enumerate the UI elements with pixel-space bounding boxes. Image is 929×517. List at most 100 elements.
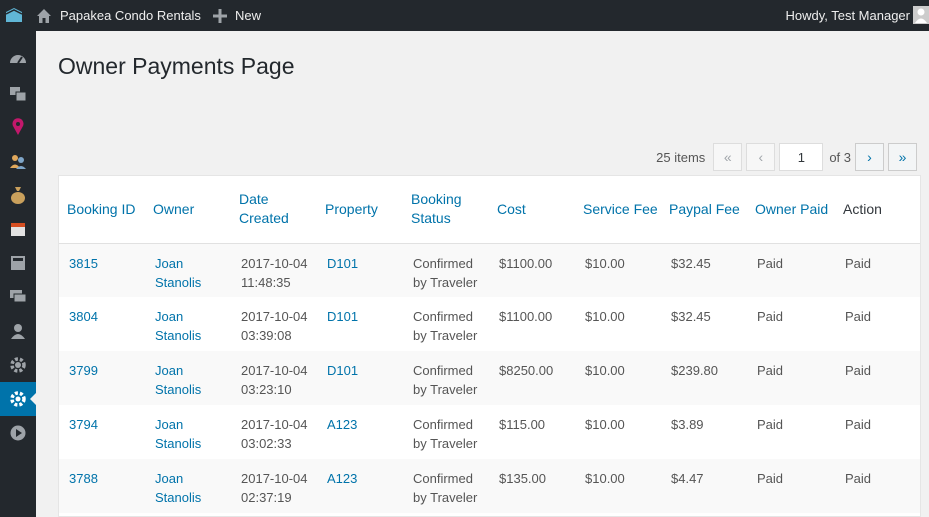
booking-id-link[interactable]: 3799	[59, 351, 145, 405]
next-page-button[interactable]: ›	[855, 143, 884, 171]
owner-payments-table: Booking ID Owner Date Created Property B…	[58, 175, 921, 517]
owner-paid-cell: Paid	[757, 471, 784, 486]
location-icon	[12, 118, 24, 135]
users-group-icon	[10, 155, 26, 169]
action-cell: Paid	[845, 417, 872, 432]
owner-link[interactable]: Joan Stanolis	[145, 243, 231, 297]
site-name-link[interactable]: Papakea Condo Rentals	[36, 0, 201, 31]
table-row: 3794 Joan Stanolis 2017-10-04 03:02:33 A…	[59, 405, 920, 459]
sidebar-item-calculator[interactable]	[0, 246, 36, 280]
booking-status-cell: Confirmed by Traveler	[413, 417, 478, 451]
property-link[interactable]: A123	[317, 405, 403, 459]
settings-icon	[10, 357, 26, 373]
new-content-button[interactable]: New	[212, 0, 261, 31]
last-page-button[interactable]: »	[888, 143, 917, 171]
paypal-fee-cell: $3.89	[671, 417, 704, 432]
sidebar-item-owners[interactable]	[0, 144, 36, 178]
wordpress-logo-icon[interactable]	[4, 6, 24, 24]
booking-id-link[interactable]: 3794	[59, 405, 145, 459]
admin-bar: Papakea Condo Rentals New Howdy, Test Ma…	[0, 0, 929, 31]
service-fee-cell: $10.00	[585, 309, 625, 324]
action-cell: Paid	[845, 471, 872, 486]
cost-cell: $135.00	[499, 471, 546, 486]
column-header-property[interactable]: Property	[317, 176, 403, 244]
paypal-fee-cell: $4.47	[671, 471, 704, 486]
main-content: Owner Payments Page 25 items « ‹ of 3 › …	[36, 31, 929, 517]
sidebar-item-messages[interactable]	[0, 280, 36, 314]
table-row: 3815 Joan Stanolis 2017-10-04 11:48:35 D…	[59, 243, 920, 297]
service-fee-cell: $10.00	[585, 417, 625, 432]
sidebar-item-media[interactable]	[0, 76, 36, 110]
owner-paid-cell: Paid	[757, 417, 784, 432]
owner-link[interactable]: Joan Stanolis	[145, 459, 231, 513]
booking-status-cell: Confirmed by Traveler	[413, 309, 478, 343]
column-header-owner[interactable]: Owner	[145, 176, 231, 244]
action-cell: Paid	[845, 363, 872, 378]
owner-link[interactable]: Joan Stanolis	[145, 405, 231, 459]
owner-paid-cell: Paid	[757, 309, 784, 324]
booking-id-link[interactable]: 3788	[59, 459, 145, 513]
date-created-cell: 2017-10-04 11:48:35	[241, 255, 308, 290]
sidebar-item-users[interactable]	[0, 314, 36, 348]
admin-sidebar	[0, 31, 36, 517]
total-pages-label: of 3	[829, 149, 851, 165]
date-created-cell: 2017-10-04 03:39:08	[241, 309, 308, 343]
pagination: 25 items « ‹ of 3 › »	[656, 143, 921, 171]
user-icon	[11, 324, 25, 339]
owner-link[interactable]: Joan Stanolis	[145, 351, 231, 405]
property-link[interactable]: A123	[317, 459, 403, 513]
first-page-button[interactable]: «	[713, 143, 743, 171]
column-header-date-created[interactable]: Date Created	[231, 176, 317, 244]
property-link[interactable]: D101	[317, 297, 403, 351]
sidebar-item-payments[interactable]	[0, 178, 36, 212]
property-link[interactable]: D101	[317, 351, 403, 405]
booking-status-cell: Confirmed by Traveler	[413, 363, 478, 397]
cost-cell: $115.00	[499, 417, 546, 432]
paypal-fee-cell: $239.80	[671, 363, 718, 378]
column-header-service-fee[interactable]: Service Fee	[575, 176, 661, 244]
owner-paid-cell: Paid	[757, 363, 784, 378]
table-row: 3799 Joan Stanolis 2017-10-04 03:23:10 D…	[59, 351, 920, 405]
date-created-cell: 2017-10-04 03:23:10	[241, 363, 308, 397]
column-header-booking-id[interactable]: Booking ID	[59, 176, 145, 244]
booking-id-link[interactable]: 3804	[59, 297, 145, 351]
service-fee-cell: $10.00	[585, 363, 625, 378]
owner-paid-cell: Paid	[757, 255, 784, 271]
service-fee-cell: $10.00	[585, 255, 625, 271]
home-icon	[37, 8, 51, 23]
calendar-icon	[11, 223, 25, 236]
prev-page-button[interactable]: ‹	[746, 143, 776, 171]
paypal-fee-cell: $32.45	[671, 309, 711, 324]
current-page-input[interactable]	[779, 143, 824, 171]
greeting-label: Howdy, Test Manager	[785, 8, 910, 23]
play-icon	[10, 425, 26, 441]
sidebar-item-locations[interactable]	[0, 110, 36, 144]
dashboard-icon	[10, 55, 26, 64]
account-menu[interactable]: Howdy, Test Manager	[785, 0, 910, 31]
action-cell: Paid	[845, 255, 872, 271]
column-header-paypal-fee[interactable]: Paypal Fee	[661, 176, 747, 244]
sidebar-item-dashboard[interactable]	[0, 42, 36, 76]
cost-cell: $1100.00	[499, 255, 553, 271]
comments-icon	[10, 290, 27, 303]
date-created-cell: 2017-10-04 02:37:19	[241, 471, 308, 505]
new-label: New	[235, 8, 262, 23]
sidebar-item-collapse[interactable]	[0, 416, 36, 450]
action-cell: Paid	[845, 309, 872, 324]
avatar[interactable]	[913, 6, 929, 24]
media-icon	[10, 87, 27, 102]
sidebar-item-settings-active[interactable]	[0, 382, 36, 416]
property-link[interactable]: D101	[317, 243, 403, 297]
booking-id-link[interactable]: 3815	[59, 243, 145, 297]
column-header-cost[interactable]: Cost	[489, 176, 575, 244]
table-row: 3804 Joan Stanolis 2017-10-04 03:39:08 D…	[59, 297, 920, 351]
sidebar-item-tools[interactable]	[0, 348, 36, 382]
page-title: Owner Payments Page	[58, 53, 295, 79]
owner-link[interactable]: Joan Stanolis	[145, 297, 231, 351]
paypal-fee-cell: $32.45	[671, 255, 711, 271]
user-silhouette-icon	[915, 8, 927, 23]
column-header-owner-paid[interactable]: Owner Paid	[747, 176, 835, 244]
sidebar-item-calendar[interactable]	[0, 212, 36, 246]
column-header-booking-status[interactable]: Booking Status	[403, 176, 489, 244]
money-bag-icon	[11, 187, 25, 204]
